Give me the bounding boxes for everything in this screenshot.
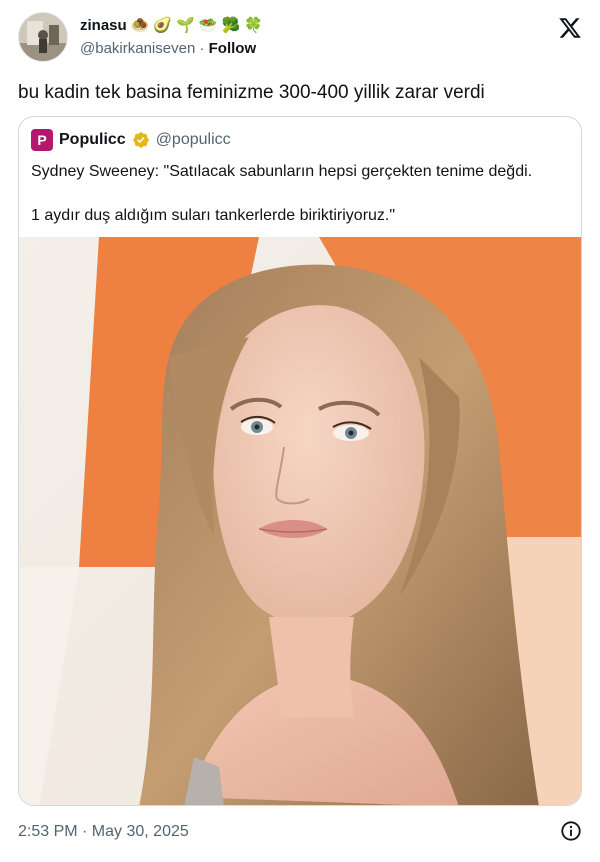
display-name-emoji: 🥗 <box>198 17 218 34</box>
quoted-tweet-text-line: 1 aydır duş aldığım suları tankerlerde b… <box>31 207 396 224</box>
quoted-tweet-photo[interactable] <box>19 237 582 806</box>
tweet-header: zinasu 🧆 🥑 🌱 🥗 🥦 🍀 @bakirkaniseven · Fol… <box>18 12 582 66</box>
display-name-emoji: 🍀 <box>244 17 263 34</box>
quoted-author-handle[interactable]: @populicc <box>156 131 231 149</box>
display-name-emoji: 🌱 <box>176 17 195 34</box>
author-avatar[interactable] <box>18 12 68 62</box>
tweet-timestamp[interactable]: 2:53 PM · May 30, 2025 <box>18 823 189 840</box>
display-name-emoji: 🥑 <box>153 17 173 34</box>
info-icon[interactable] <box>560 820 582 842</box>
tweet-text: bu kadin tek basina feminizme 300-400 yi… <box>18 82 485 103</box>
author-handle-row: @bakirkaniseven · Follow <box>80 39 263 59</box>
tweet-card: zinasu 🧆 🥑 🌱 🥗 🥦 🍀 @bakirkaniseven · Fol… <box>0 0 600 862</box>
author-names: zinasu 🧆 🥑 🌱 🥗 🥦 🍀 @bakirkaniseven · Fol… <box>80 16 263 59</box>
display-name-emoji: 🥦 <box>221 17 241 34</box>
avatar-image <box>19 13 67 61</box>
author-display-name[interactable]: zinasu <box>80 16 127 36</box>
follow-button[interactable]: Follow <box>209 40 257 57</box>
verified-badge-icon <box>132 132 149 148</box>
separator-dot: · <box>199 40 205 57</box>
quoted-author-avatar[interactable]: P <box>31 129 53 151</box>
tweet-footer: 2:53 PM · May 30, 2025 <box>18 820 582 844</box>
author-handle[interactable]: @bakirkaniseven <box>80 40 195 57</box>
x-logo-icon[interactable] <box>558 16 582 40</box>
quoted-tweet[interactable]: P Populicc @populicc Sydney Sweeney: "Sa… <box>18 116 582 806</box>
quoted-author-name[interactable]: Populicc <box>59 131 126 149</box>
quoted-tweet-text-line: Sydney Sweeney: "Satılacak sabunların he… <box>31 163 533 180</box>
display-name-emoji: 🧆 <box>130 17 150 34</box>
author-display-name-row[interactable]: zinasu 🧆 🥑 🌱 🥗 🥦 🍀 <box>80 16 263 36</box>
quoted-tweet-header: P Populicc @populicc <box>31 129 231 151</box>
